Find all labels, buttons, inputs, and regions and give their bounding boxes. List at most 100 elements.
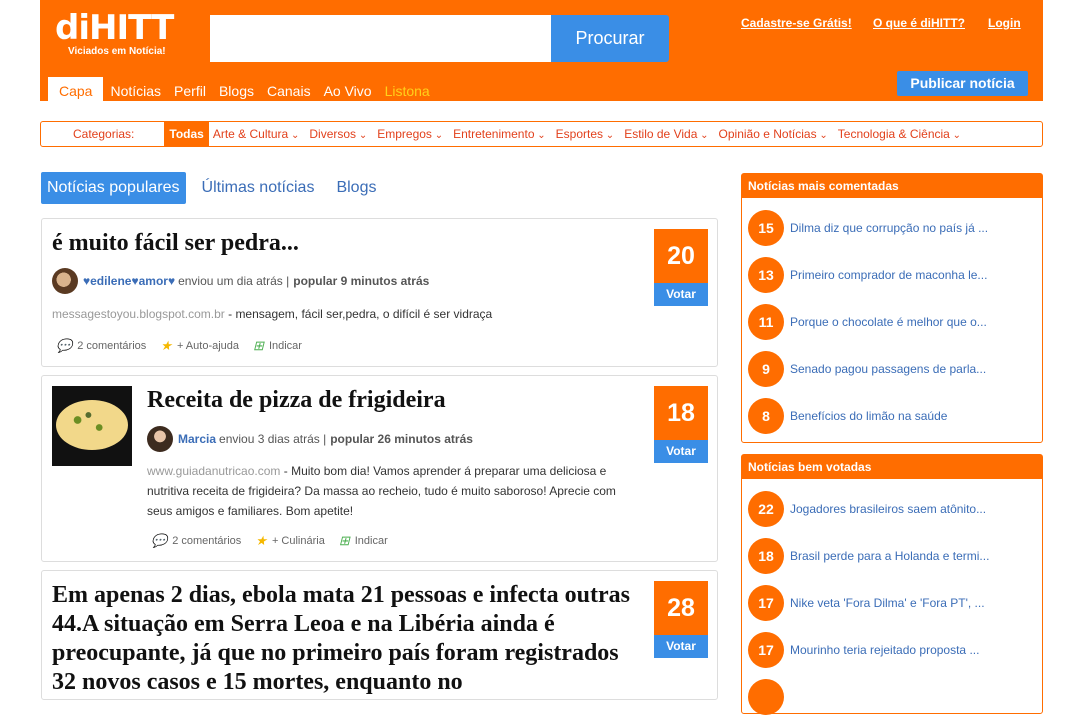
category-link[interactable]: ★ + Culinária bbox=[255, 533, 325, 549]
news-title[interactable]: é muito fácil ser pedra... bbox=[52, 229, 642, 258]
categories-label: Categorias: bbox=[73, 127, 135, 141]
category-arte-cultura[interactable]: Arte & Cultura bbox=[213, 127, 300, 141]
nav-canais[interactable]: Canais bbox=[261, 77, 317, 101]
comment-count-badge: 8 bbox=[748, 397, 784, 434]
source-link[interactable]: messagestoyou.blogspot.com.br bbox=[52, 307, 225, 321]
comments-count: 2 comentários bbox=[172, 535, 242, 547]
list-item[interactable]: 13 Primeiro comprador de maconha le... bbox=[742, 251, 1042, 298]
signup-link[interactable]: Cadastre-se Grátis! bbox=[741, 16, 852, 30]
indicate-link[interactable]: ⊞ Indicar bbox=[339, 533, 388, 549]
news-link[interactable]: Benefícios do limão na saúde bbox=[790, 409, 990, 423]
list-item[interactable]: 8 Benefícios do limão na saúde bbox=[742, 392, 1042, 439]
category-empregos[interactable]: Empregos bbox=[377, 127, 443, 141]
search-button[interactable]: Procurar bbox=[551, 15, 669, 62]
main-nav: Capa Notícias Perfil Blogs Canais Ao Viv… bbox=[48, 77, 437, 101]
vote-count-badge: 22 bbox=[748, 490, 784, 527]
vote-box: 28 Votar bbox=[654, 581, 708, 658]
post-time: enviou 3 dias atrás | bbox=[219, 432, 327, 446]
list-item[interactable]: 17 Nike veta 'Fora Dilma' e 'Fora PT', ..… bbox=[742, 579, 1042, 626]
category-tecnologia-ciencia[interactable]: Tecnologia & Ciência bbox=[838, 127, 961, 141]
category-entretenimento[interactable]: Entretenimento bbox=[453, 127, 546, 141]
news-link[interactable]: Mourinho teria rejeitado proposta ... bbox=[790, 643, 990, 657]
news-item: é muito fácil ser pedra... 20 Votar ♥edi… bbox=[41, 218, 718, 367]
indicate-link[interactable]: ⊞ Indicar bbox=[253, 338, 302, 354]
username-link[interactable]: ♥edilene♥amor♥ bbox=[83, 274, 175, 288]
nav-perfil[interactable]: Perfil bbox=[168, 77, 212, 101]
popular-time: popular 26 minutos atrás bbox=[330, 432, 473, 446]
source-link[interactable]: www.guiadanutricao.com bbox=[147, 464, 280, 478]
vote-count: 28 bbox=[654, 581, 708, 635]
vote-count-badge bbox=[748, 678, 784, 715]
category-opiniao-noticias[interactable]: Opinião e Notícias bbox=[719, 127, 828, 141]
news-link[interactable]: Senado pagou passagens de parla... bbox=[790, 362, 990, 376]
tab-blogs[interactable]: Blogs bbox=[336, 179, 376, 197]
most-commented-panel: Notícias mais comentadas 15 Dilma diz que… bbox=[741, 173, 1043, 443]
vote-button[interactable]: Votar bbox=[654, 635, 708, 658]
nav-listona[interactable]: Listona bbox=[379, 77, 436, 101]
comment-count-badge: 13 bbox=[748, 256, 784, 293]
vote-button[interactable]: Votar bbox=[654, 440, 708, 463]
nav-capa[interactable]: Capa bbox=[48, 77, 104, 101]
news-link[interactable]: Nike veta 'Fora Dilma' e 'Fora PT', ... bbox=[790, 596, 990, 610]
list-item[interactable]: 15 Dilma diz que corrupção no país já ... bbox=[742, 204, 1042, 251]
snippet-text: - mensagem, fácil ser,pedra, o difícil é… bbox=[228, 307, 493, 321]
news-snippet: messagestoyou.blogspot.com.br - mensagem… bbox=[52, 304, 642, 324]
category-diversos[interactable]: Diversos bbox=[309, 127, 367, 141]
star-icon: ★ bbox=[255, 533, 267, 548]
news-item: Em apenas 2 dias, ebola mata 21 pessoas … bbox=[41, 570, 718, 700]
vote-count-badge: 17 bbox=[748, 631, 784, 668]
category-label: + Auto-ajuda bbox=[176, 340, 240, 352]
panel-title: Notícias mais comentadas bbox=[742, 174, 1042, 198]
username-link[interactable]: Marcia bbox=[178, 432, 216, 446]
avatar[interactable] bbox=[52, 268, 78, 294]
comment-count-badge: 9 bbox=[748, 350, 784, 387]
list-item[interactable]: 18 Brasil perde para a Holanda e termi... bbox=[742, 532, 1042, 579]
comment-count-badge: 11 bbox=[748, 303, 784, 340]
byline: Marcia enviou 3 dias atrás | popular 26 … bbox=[147, 426, 473, 452]
vote-box: 20 Votar bbox=[654, 229, 708, 306]
list-item[interactable]: 11 Porque o chocolate é melhor que o... bbox=[742, 298, 1042, 345]
news-thumbnail[interactable] bbox=[52, 386, 132, 466]
indicate-label: Indicar bbox=[268, 340, 302, 352]
comments-count: 2 comentários bbox=[77, 340, 147, 352]
publish-news-button[interactable]: Publicar notícia bbox=[897, 71, 1028, 96]
pizza-image bbox=[56, 400, 128, 450]
avatar[interactable] bbox=[147, 426, 173, 452]
about-link[interactable]: O que é diHITT? bbox=[873, 16, 965, 30]
logo-tagline: Viciados em Notícia! bbox=[68, 46, 166, 57]
news-link[interactable]: Porque o chocolate é melhor que o... bbox=[790, 315, 990, 329]
category-all[interactable]: Todas bbox=[164, 122, 209, 146]
nav-ao-vivo[interactable]: Ao Vivo bbox=[318, 77, 378, 101]
list-item[interactable]: 22 Jogadores brasileiros saem atônito... bbox=[742, 485, 1042, 532]
news-link[interactable]: Dilma diz que corrupção no país já ... bbox=[790, 221, 990, 235]
vote-button[interactable]: Votar bbox=[654, 283, 708, 306]
header-bar: diHITT Viciados em Notícia! Procurar Cad… bbox=[40, 0, 1043, 101]
nav-blogs[interactable]: Blogs bbox=[213, 77, 260, 101]
search-input[interactable] bbox=[210, 15, 553, 62]
news-title[interactable]: Em apenas 2 dias, ebola mata 21 pessoas … bbox=[52, 581, 642, 697]
vote-count: 20 bbox=[654, 229, 708, 283]
list-item[interactable]: 17 Mourinho teria rejeitado proposta ... bbox=[742, 626, 1042, 673]
byline: ♥edilene♥amor♥ enviou um dia atrás | pop… bbox=[52, 268, 429, 294]
list-item bbox=[742, 673, 1042, 720]
comment-count-badge: 15 bbox=[748, 209, 784, 246]
comment-icon: 💬 bbox=[151, 533, 168, 548]
tab-latest[interactable]: Últimas notícias bbox=[202, 179, 315, 197]
category-link[interactable]: ★ + Auto-ajuda bbox=[160, 338, 239, 354]
vote-count-badge: 17 bbox=[748, 584, 784, 621]
news-link[interactable]: Brasil perde para a Holanda e termi... bbox=[790, 549, 990, 563]
category-estilo-de-vida[interactable]: Estilo de Vida bbox=[624, 127, 708, 141]
news-link[interactable]: Jogadores brasileiros saem atônito... bbox=[790, 502, 990, 516]
list-item[interactable]: 9 Senado pagou passagens de parla... bbox=[742, 345, 1042, 392]
login-link[interactable]: Login bbox=[988, 16, 1021, 30]
news-actions: 💬 2 comentários ★ + Culinária ⊞ Indicar bbox=[151, 533, 402, 549]
news-link[interactable]: Primeiro comprador de maconha le... bbox=[790, 268, 990, 282]
tab-popular[interactable]: Notícias populares bbox=[41, 172, 186, 204]
panel-title: Notícias bem votadas bbox=[742, 455, 1042, 479]
comments-link[interactable]: 💬 2 comentários bbox=[151, 533, 241, 549]
news-title[interactable]: Receita de pizza de frigideira bbox=[147, 386, 642, 415]
category-esportes[interactable]: Esportes bbox=[556, 127, 615, 141]
comments-link[interactable]: 💬 2 comentários bbox=[56, 338, 146, 354]
logo[interactable]: diHITT Viciados em Notícia! bbox=[55, 8, 174, 57]
nav-noticias[interactable]: Notícias bbox=[104, 77, 167, 101]
